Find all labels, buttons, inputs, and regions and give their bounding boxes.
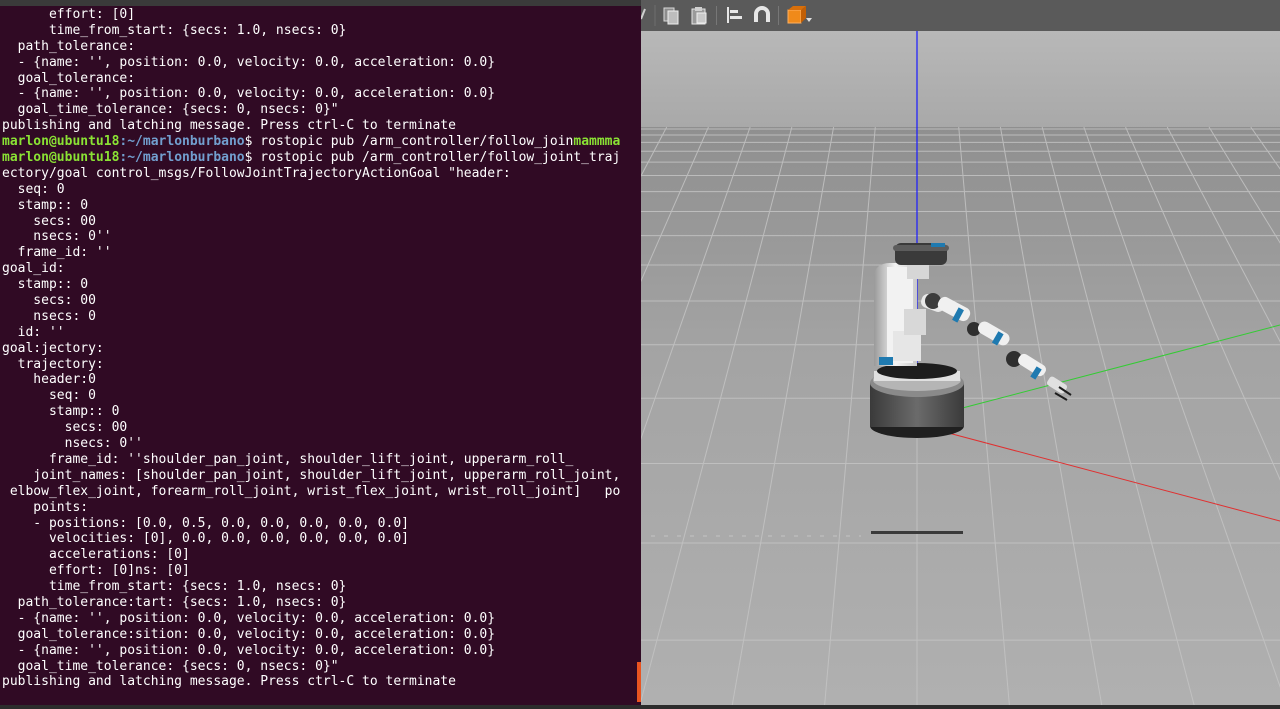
terminal-line: velocities: [0], 0.0, 0.0, 0.0, 0.0, 0.0… <box>2 531 409 547</box>
prompt-user: marlon@ubuntu18 <box>2 150 120 166</box>
terminal-line: ectory/goal control_msgs/FollowJointTraj… <box>2 165 511 181</box>
terminal-line: - {name: '', position: 0.0, velocity: 0.… <box>2 54 496 70</box>
terminal-prompt-line: marlon@ubuntu18:~/marlonburbano$ rostopi… <box>2 150 638 166</box>
terminal-line: frame_id: ''shoulder_pan_joint, shoulder… <box>2 451 574 467</box>
terminal-line: effort: [0]ns: [0] <box>2 563 190 579</box>
magnet-icon[interactable] <box>752 5 772 25</box>
align-icon[interactable] <box>725 5 745 25</box>
scene-render <box>0 31 1280 709</box>
view-angle-icon[interactable] <box>786 5 814 25</box>
terminal-line: effort: [0] <box>2 7 136 22</box>
terminal-line: goal_time_tolerance: {secs: 0, nsecs: 0}… <box>2 102 339 118</box>
terminal-line: nsecs: 0'' <box>2 229 112 245</box>
terminal-output: effort: [0] time_from_start: {secs: 1.0,… <box>2 7 638 690</box>
ground-artifact <box>871 531 963 534</box>
terminal-line: points: <box>2 499 89 515</box>
prompt-path: :~/marlonburbano <box>119 134 245 150</box>
terminal-line: time_from_start: {secs: 1.0, nsecs: 0} <box>2 579 347 595</box>
toolbar-separator <box>716 6 717 25</box>
terminal-line: - {name: '', position: 0.0, velocity: 0.… <box>2 610 496 626</box>
terminal-line: stamp:: 0 <box>2 197 89 213</box>
paste-icon[interactable] <box>689 5 709 25</box>
toolbar-separator <box>778 6 779 25</box>
terminal-line: trajectory: <box>2 356 104 372</box>
prompt-tail: mammma <box>573 134 621 150</box>
terminal-line: elbow_flex_joint, forearm_roll_joint, wr… <box>2 483 621 499</box>
prompt-path: :~/marlonburbano <box>119 150 245 166</box>
copy-icon[interactable] <box>661 5 681 25</box>
terminal-line: time_from_start: {secs: 1.0, nsecs: 0} <box>2 22 347 38</box>
terminal-line: goal_tolerance: <box>2 70 136 86</box>
terminal-line: - {name: '', position: 0.0, velocity: 0.… <box>2 86 496 102</box>
terminal-line: header:0 <box>2 372 96 388</box>
terminal-line: joint_names: [shoulder_pan_joint, should… <box>2 467 621 483</box>
terminal-line: goal:jectory: <box>2 340 104 356</box>
terminal-line: publishing and latching message. Press c… <box>2 118 456 134</box>
terminal-line: secs: 00 <box>2 213 96 229</box>
terminal-line: publishing and latching message. Press c… <box>2 674 456 690</box>
prompt-user: marlon@ubuntu18 <box>2 134 120 150</box>
terminal-line: id: '' <box>2 324 65 340</box>
terminal-line: path_tolerance: <box>2 38 136 54</box>
terminal-line: accelerations: [0] <box>2 547 190 563</box>
terminal-line: - positions: [0.0, 0.5, 0.0, 0.0, 0.0, 0… <box>2 515 409 531</box>
terminal-window[interactable]: effort: [0] time_from_start: {secs: 1.0,… <box>0 0 641 705</box>
prompt-command: $ rostopic pub /arm_controller/follow_jo… <box>244 150 621 166</box>
terminal-line: secs: 00 <box>2 293 96 309</box>
gazebo-window <box>0 0 1280 709</box>
terminal-line: goal_tolerance:sition: 0.0, velocity: 0.… <box>2 626 496 642</box>
terminal-line: nsecs: 0 <box>2 308 96 324</box>
terminal-line: secs: 00 <box>2 420 128 436</box>
terminal-line: stamp:: 0 <box>2 277 89 293</box>
terminal-line: path_tolerance:tart: {secs: 1.0, nsecs: … <box>2 594 347 610</box>
terminal-line: frame_id: '' <box>2 245 112 261</box>
terminal-line: - {name: '', position: 0.0, velocity: 0.… <box>2 642 496 658</box>
terminal-prompt-line: marlon@ubuntu18:~/marlonburbano$ rostopi… <box>2 134 638 150</box>
terminal-line: seq: 0 <box>2 388 96 404</box>
gazebo-toolbar <box>641 0 1280 32</box>
prompt-command: $ rostopic pub /arm_controller/follow_jo… <box>244 134 574 150</box>
terminal-line: seq: 0 <box>2 181 65 197</box>
terminal-line: goal_time_tolerance: {secs: 0, nsecs: 0}… <box>2 658 339 674</box>
terminal-line: nsecs: 0'' <box>2 436 143 452</box>
terminal-top-edge <box>0 0 641 6</box>
terminal-line: stamp:: 0 <box>2 404 120 420</box>
terminal-line: goal_id: <box>2 261 65 277</box>
gazebo-3d-viewport[interactable] <box>0 31 1280 709</box>
